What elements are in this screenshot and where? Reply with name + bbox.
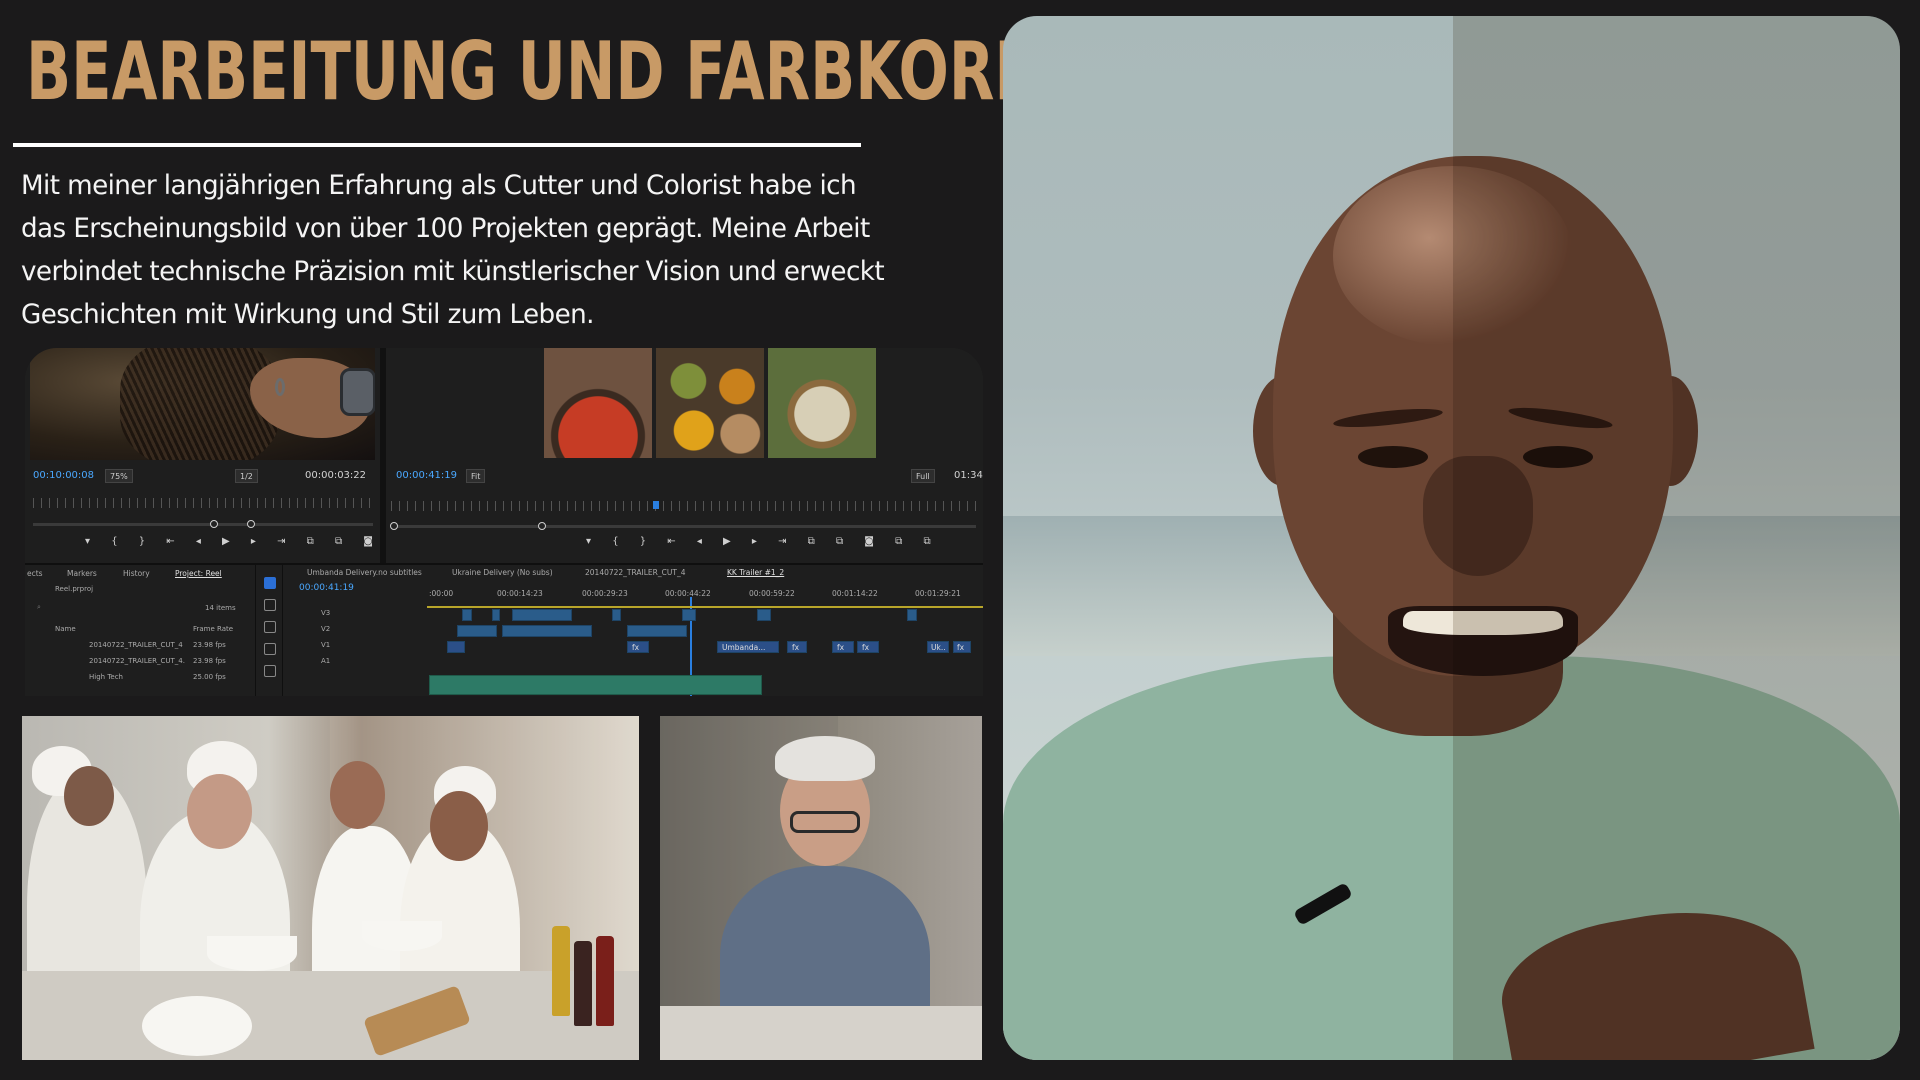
title-divider (13, 143, 861, 147)
tab-markers[interactable]: Markers (67, 569, 97, 578)
program-scroll-handle-left[interactable] (390, 522, 398, 530)
source-scroll-handle-left[interactable] (210, 520, 218, 528)
source-scroll-handle-right[interactable] (247, 520, 255, 528)
track-label: V1 (321, 641, 331, 649)
source-resolution-select[interactable]: 1/2 (235, 469, 258, 483)
track-row-v1: V1 fx Umbanda... fx fx fx Uk.. fx (287, 641, 983, 655)
program-resolution-select[interactable]: Full (911, 469, 935, 483)
column-name[interactable]: Name (55, 625, 76, 633)
track-row-v2: V2 (287, 625, 983, 639)
source-scrollbar[interactable] (33, 523, 373, 526)
list-item-fps: 23.98 fps (193, 641, 226, 649)
ruler-label: :00:00 (429, 589, 454, 598)
ruler-label: 00:00:14:23 (497, 589, 543, 598)
track-label: V2 (321, 625, 331, 633)
track-row-a1: A1 (287, 657, 983, 671)
program-monitor: 00:00:41:19 Fit Full 01:34 ▾ { } ⇤ ◂ ▶ ▸… (386, 348, 983, 563)
track-row-v3: V3 (287, 609, 983, 623)
clip-label: Uk.. (931, 643, 946, 652)
source-ruler[interactable] (33, 498, 373, 508)
program-scroll-handle-right[interactable] (538, 522, 546, 530)
clip-label: fx (957, 643, 965, 652)
timeline-timecode[interactable]: 00:00:41:19 (299, 583, 354, 593)
page-title: BEARBEITUNG UND FARBKORREKTUR (26, 25, 1261, 118)
glasses-icon (790, 811, 860, 833)
track-label: A1 (321, 657, 331, 665)
tab-sequence[interactable]: Ukraine Delivery (No subs) (452, 568, 553, 577)
column-frame-rate[interactable]: Frame Rate (193, 625, 233, 633)
source-zoom-select[interactable]: 75% (105, 469, 133, 483)
selection-tool-icon[interactable] (264, 577, 276, 589)
list-item-fps: 25.00 fps (193, 673, 226, 681)
source-frame-image (30, 348, 375, 460)
track-select-tool-icon[interactable] (264, 599, 276, 611)
ruler-label: 00:00:44:22 (665, 589, 711, 598)
graded-half-overlay (1453, 16, 1900, 1060)
clip-label: fx (632, 643, 640, 652)
kitchen-before-after-photo (22, 716, 639, 1060)
program-ruler[interactable] (391, 501, 976, 511)
search-icon[interactable]: ⌕ (37, 603, 41, 612)
clip-label: Umbanda... (722, 643, 766, 652)
track-label: V3 (321, 609, 331, 617)
tab-sequence-active[interactable]: KK Trailer #1_2 (727, 568, 784, 577)
program-timecode[interactable]: 00:00:41:19 (396, 470, 457, 481)
tab-sequence[interactable]: Umbanda Delivery.no subtitles (307, 568, 422, 577)
source-monitor: 00:10:00:08 75% 1/2 00:00:03:22 ▾ { } ⇤ … (25, 348, 430, 563)
slip-tool-icon[interactable] (264, 665, 276, 677)
program-zoom-select[interactable]: Fit (466, 469, 486, 483)
item-count: 14 items (205, 604, 236, 612)
watch-icon (340, 368, 375, 416)
source-timecode[interactable]: 00:10:00:08 (33, 470, 94, 481)
list-item-fps: 23.98 fps (193, 657, 226, 665)
program-scrollbar[interactable] (391, 525, 976, 528)
lower-panels: ects Markers History Project: Reel Reel.… (25, 563, 983, 696)
ruler-label: 00:00:59:22 (749, 589, 795, 598)
clip-label: fx (837, 643, 845, 652)
tab-sequence[interactable]: 20140722_TRAILER_CUT_4 (585, 568, 685, 577)
editor-screenshot: 00:10:00:08 75% 1/2 00:00:03:22 ▾ { } ⇤ … (25, 348, 983, 696)
program-playhead[interactable] (653, 501, 659, 509)
clip-label: fx (862, 643, 870, 652)
program-duration: 01:34 (954, 470, 983, 481)
ruler-label: 00:01:14:22 (832, 589, 878, 598)
tab-effects[interactable]: ects (27, 569, 43, 578)
intro-paragraph: Mit meiner langjährigen Erfahrung als Cu… (21, 170, 885, 330)
source-duration: 00:00:03:22 (305, 470, 367, 481)
track-row-audio (287, 675, 983, 695)
portrait-before-after-photo (1003, 16, 1900, 1060)
list-item[interactable]: 20140722_TRAILER_CUT_4. (89, 657, 185, 665)
woman-before-after-photo (660, 716, 982, 1060)
project-file-name: Reel.prproj (55, 585, 94, 593)
razor-tool-icon[interactable] (264, 643, 276, 655)
program-frame-image (544, 348, 876, 460)
ripple-tool-icon[interactable] (264, 621, 276, 633)
clip-label: fx (792, 643, 800, 652)
list-item[interactable]: 20140722_TRAILER_CUT_4 (89, 641, 183, 649)
project-panel: ects Markers History Project: Reel Reel.… (25, 565, 250, 696)
program-transport-controls[interactable]: ▾ { } ⇤ ◂ ▶ ▸ ⇥ ⧉ ⧉ ◙ ⧉ ⧉ (586, 536, 940, 547)
timeline-panel: Umbanda Delivery.no subtitles Ukraine De… (287, 565, 983, 696)
list-item[interactable]: High Tech (89, 673, 123, 681)
tab-project[interactable]: Project: Reel (175, 569, 222, 578)
ruler-label: 00:00:29:23 (582, 589, 628, 598)
tools-panel (255, 565, 283, 696)
work-area-bar[interactable] (427, 606, 983, 608)
ruler-label: 00:01:29:21 (915, 589, 961, 598)
tab-history[interactable]: History (123, 569, 150, 578)
